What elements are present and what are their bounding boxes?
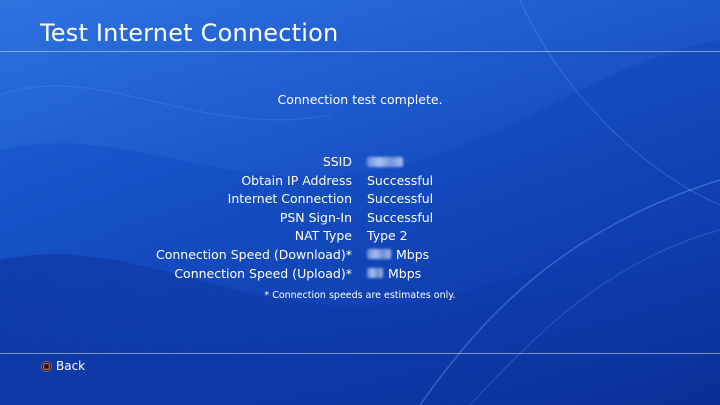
result-row-ssid: SSID <box>0 153 720 172</box>
page-title: Test Internet Connection <box>40 19 339 47</box>
result-label: SSID <box>322 154 352 169</box>
speed-unit: Mbps <box>388 265 422 281</box>
result-row-obtain-ip: Obtain IP Address Successful <box>0 172 720 191</box>
speed-unit: Mbps <box>396 246 430 262</box>
redacted-upload-speed <box>367 268 383 279</box>
speed-footnote: * Connection speeds are estimates only. <box>264 290 456 301</box>
result-row-psn-sign-in: PSN Sign-In Successful <box>0 209 720 228</box>
header-divider <box>0 51 720 52</box>
result-row-download-speed: Connection Speed (Download)* Mbps <box>0 246 720 265</box>
result-label: NAT Type <box>294 228 352 244</box>
result-row-nat-type: NAT Type Type 2 <box>0 227 720 246</box>
result-label: Internet Connection <box>227 191 352 207</box>
result-value: Successful <box>367 191 434 207</box>
result-value: Successful <box>367 172 434 188</box>
result-label: Connection Speed (Upload)* <box>174 265 352 281</box>
status-message: Connection test complete. <box>277 92 443 107</box>
result-label: Connection Speed (Download)* <box>156 246 352 262</box>
result-value: Successful <box>367 209 434 225</box>
back-label: Back <box>56 359 86 373</box>
results-list: SSID Obtain IP Address Successful Intern… <box>0 153 720 283</box>
result-value: Mbps <box>367 246 429 265</box>
result-value: Type 2 <box>367 228 408 244</box>
result-row-upload-speed: Connection Speed (Upload)* Mbps <box>0 265 720 284</box>
footer-divider <box>0 353 720 354</box>
redacted-ssid <box>367 156 403 167</box>
circle-button-icon <box>41 360 52 372</box>
result-value: Mbps <box>367 265 421 284</box>
result-label: PSN Sign-In <box>279 209 352 225</box>
back-button[interactable]: Back <box>41 358 85 374</box>
redacted-download-speed <box>367 249 391 260</box>
result-label: Obtain IP Address <box>241 172 352 188</box>
result-value <box>367 153 403 172</box>
result-row-internet-connection: Internet Connection Successful <box>0 190 720 209</box>
